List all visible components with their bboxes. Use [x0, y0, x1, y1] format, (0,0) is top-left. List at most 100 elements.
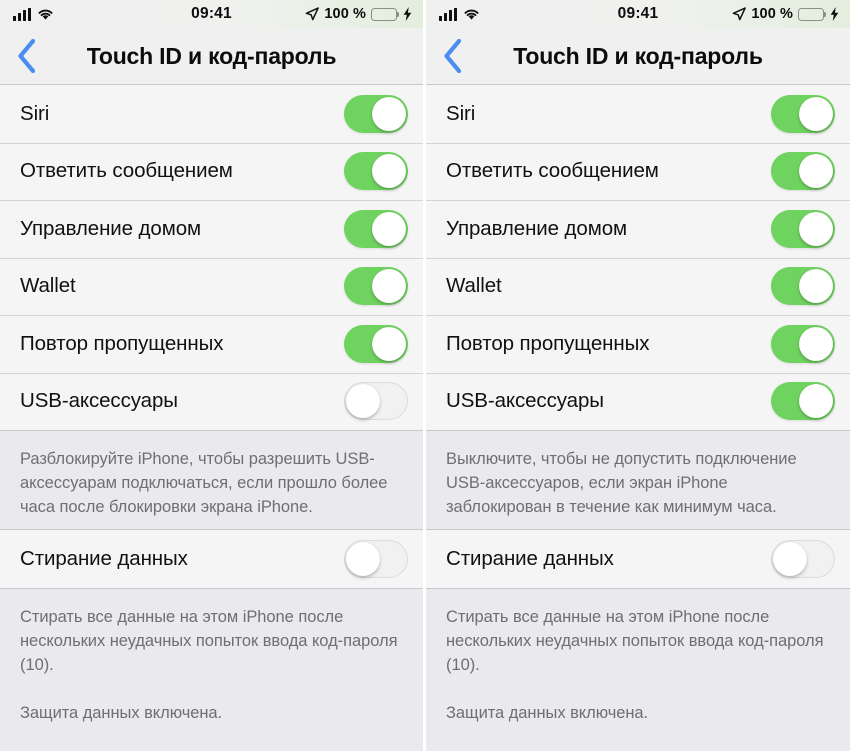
setting-row-erase-data[interactable]: Стирание данных	[426, 530, 850, 588]
toggle-switch-return-missed-calls[interactable]	[771, 324, 835, 363]
setting-label: USB-аксессуары	[446, 389, 604, 413]
charging-bolt-icon	[830, 7, 839, 21]
footer-text-primary: Стирать все данные на этом iPhone после …	[446, 607, 824, 674]
toggle-knob	[799, 384, 833, 419]
back-button[interactable]	[0, 28, 54, 84]
erase-data-footer: Стирать все данные на этом iPhone после …	[0, 588, 423, 735]
setting-label: Стирание данных	[446, 546, 614, 570]
setting-row-wallet[interactable]: Wallet	[426, 257, 850, 315]
setting-row-siri[interactable]: Siri	[0, 85, 423, 143]
iphone-screen-left: 09:41 100 % Touch ID и код-пароль Siri О…	[0, 0, 423, 751]
setting-row-usb-accessories[interactable]: USB-аксессуары	[426, 372, 850, 430]
status-bar: 09:41 100 %	[426, 0, 850, 28]
battery-percentage: 100 %	[751, 6, 793, 22]
setting-label: Повтор пропущенных	[20, 331, 224, 355]
toggle-switch-usb-accessories[interactable]	[771, 382, 835, 421]
content-spacer	[426, 734, 850, 751]
status-bar-right: 100 %	[305, 6, 412, 22]
chevron-left-icon	[444, 39, 462, 73]
status-bar-left	[13, 7, 54, 21]
navigation-bar: Touch ID и код-пароль	[0, 28, 423, 84]
setting-label: USB-аксессуары	[20, 389, 178, 413]
status-bar-right: 100 %	[732, 6, 839, 22]
toggle-knob	[372, 96, 406, 131]
toggle-switch-reply-with-message[interactable]	[771, 152, 835, 191]
footer-text-secondary: Защита данных включена.	[20, 703, 223, 722]
usb-accessories-footer: Выключите, чтобы не допустить подключени…	[426, 431, 850, 529]
location-arrow-icon	[306, 7, 320, 21]
erase-data-group: Стирание данных	[426, 529, 850, 589]
setting-label: Ответить сообщением	[20, 159, 233, 183]
usb-accessories-footer: Разблокируйте iPhone, чтобы разрешить US…	[0, 431, 423, 529]
setting-label: Siri	[20, 101, 50, 125]
toggle-knob	[799, 154, 833, 189]
toggle-switch-reply-with-message[interactable]	[344, 152, 408, 191]
setting-row-home-control[interactable]: Управление домом	[426, 200, 850, 258]
erase-data-group: Стирание данных	[0, 529, 423, 589]
page-title: Touch ID и код-пароль	[86, 42, 337, 69]
charging-bolt-icon	[403, 7, 412, 21]
setting-row-erase-data[interactable]: Стирание данных	[0, 530, 423, 588]
toggle-knob	[372, 269, 406, 304]
toggle-knob	[346, 541, 380, 576]
toggle-knob	[799, 211, 833, 246]
content-spacer	[0, 734, 423, 751]
cellular-signal-icon	[439, 7, 457, 21]
toggle-knob	[372, 326, 406, 361]
settings-content: Siri Ответить сообщением Управление домо…	[426, 84, 850, 751]
setting-row-reply-with-message[interactable]: Ответить сообщением	[426, 142, 850, 200]
status-bar: 09:41 100 %	[0, 0, 423, 28]
setting-label: Повтор пропущенных	[446, 331, 650, 355]
toggle-switch-siri[interactable]	[771, 94, 835, 133]
toggle-switch-wallet[interactable]	[344, 267, 408, 306]
footer-text-secondary: Защита данных включена.	[446, 703, 649, 722]
battery-percentage: 100 %	[324, 6, 366, 22]
dual-screenshot-comparison: 09:41 100 % Touch ID и код-пароль Siri О…	[0, 0, 850, 751]
setting-label: Wallet	[20, 274, 76, 298]
page-title: Touch ID и код-пароль	[513, 42, 763, 69]
setting-row-siri[interactable]: Siri	[426, 85, 850, 143]
toggles-group: Siri Ответить сообщением Управление домо…	[426, 84, 850, 431]
toggle-knob	[773, 541, 807, 576]
footer-text: Выключите, чтобы не допустить подключени…	[446, 450, 797, 516]
setting-label: Siri	[446, 101, 476, 125]
toggle-knob	[372, 211, 406, 246]
toggle-switch-home-control[interactable]	[771, 209, 835, 248]
cellular-signal-icon	[13, 7, 31, 21]
settings-content: Siri Ответить сообщением Управление домо…	[0, 84, 423, 751]
setting-row-usb-accessories[interactable]: USB-аксессуары	[0, 372, 423, 430]
back-button[interactable]	[426, 28, 480, 84]
toggle-knob	[799, 269, 833, 304]
battery-full-icon	[371, 7, 400, 21]
toggle-knob	[799, 96, 833, 131]
setting-row-reply-with-message[interactable]: Ответить сообщением	[0, 142, 423, 200]
footer-text: Разблокируйте iPhone, чтобы разрешить US…	[20, 450, 388, 516]
setting-label: Стирание данных	[20, 546, 188, 570]
setting-row-wallet[interactable]: Wallet	[0, 257, 423, 315]
erase-data-footer: Стирать все данные на этом iPhone после …	[426, 588, 850, 735]
toggle-switch-wallet[interactable]	[771, 267, 835, 306]
setting-label: Wallet	[446, 274, 502, 298]
status-bar-left	[439, 7, 480, 21]
location-arrow-icon	[733, 7, 747, 21]
setting-row-return-missed-calls[interactable]: Повтор пропущенных	[426, 315, 850, 373]
toggle-switch-return-missed-calls[interactable]	[344, 324, 408, 363]
setting-label: Управление домом	[20, 216, 202, 240]
wifi-icon	[38, 9, 53, 20]
setting-row-return-missed-calls[interactable]: Повтор пропущенных	[0, 315, 423, 373]
navigation-bar: Touch ID и код-пароль	[426, 28, 850, 84]
toggle-knob	[372, 154, 406, 189]
toggle-switch-erase-data[interactable]	[771, 539, 835, 578]
setting-row-home-control[interactable]: Управление домом	[0, 200, 423, 258]
setting-label: Управление домом	[446, 216, 628, 240]
toggle-knob	[346, 384, 380, 419]
toggle-switch-siri[interactable]	[344, 94, 408, 133]
iphone-screen-right: 09:41 100 % Touch ID и код-пароль Siri О…	[426, 0, 850, 751]
toggles-group: Siri Ответить сообщением Управление домо…	[0, 84, 423, 431]
setting-label: Ответить сообщением	[446, 159, 659, 183]
toggle-switch-home-control[interactable]	[344, 209, 408, 248]
wifi-icon	[464, 9, 479, 20]
toggle-switch-usb-accessories[interactable]	[344, 382, 408, 421]
battery-full-icon	[798, 7, 827, 21]
toggle-switch-erase-data[interactable]	[344, 539, 408, 578]
